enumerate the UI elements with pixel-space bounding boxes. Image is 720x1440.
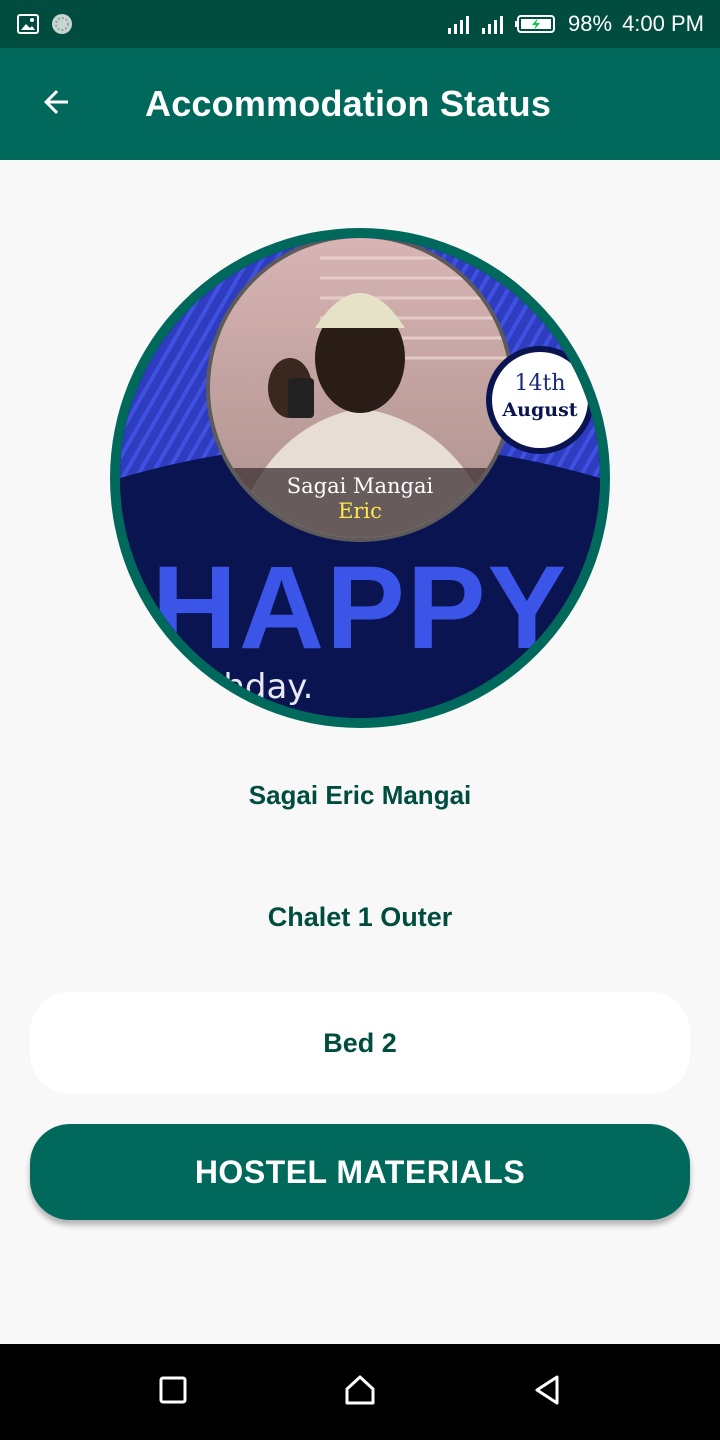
page-title: Accommodation Status xyxy=(145,83,552,124)
sync-icon xyxy=(50,12,74,36)
recents-button[interactable] xyxy=(133,1352,213,1432)
avatar-image: Sagai Mangai Eric 14th August HAPPY thda… xyxy=(120,238,600,718)
battery-charging-icon xyxy=(514,12,558,36)
status-bar: 98% 4:00 PM xyxy=(0,0,720,48)
bed-card: Bed 2 xyxy=(30,992,690,1094)
student-name: Sagai Eric Mangai xyxy=(248,780,472,810)
date-badge-month: August xyxy=(501,399,577,421)
home-button[interactable] xyxy=(320,1352,400,1432)
app-bar: Accommodation Status xyxy=(0,48,720,160)
signal-icon xyxy=(446,12,504,36)
arrow-back-icon xyxy=(38,84,74,125)
date-badge-day: 14th xyxy=(514,371,565,396)
avatar-script-text: thday. xyxy=(210,667,313,707)
hostel-materials-button[interactable]: HOSTEL MATERIALS xyxy=(30,1124,690,1220)
profile-avatar: Sagai Mangai Eric 14th August HAPPY thda… xyxy=(110,228,610,728)
battery-percent: 98% xyxy=(568,11,613,36)
recents-square-icon xyxy=(158,1375,188,1410)
back-button[interactable] xyxy=(0,48,112,160)
image-icon xyxy=(16,12,40,36)
avatar-caption-name: Sagai Mangai xyxy=(287,474,434,498)
bed-label: Bed 2 xyxy=(323,1027,397,1058)
system-nav-bar xyxy=(0,1344,720,1440)
home-icon xyxy=(343,1373,377,1412)
avatar-caption-highlight: Eric xyxy=(338,499,382,523)
nav-back-button[interactable] xyxy=(507,1352,587,1432)
avatar-happy-text: HAPPY xyxy=(152,542,569,674)
back-triangle-icon xyxy=(531,1373,563,1412)
clock: 4:00 PM xyxy=(622,11,704,36)
room-name: Chalet 1 Outer xyxy=(267,902,453,932)
